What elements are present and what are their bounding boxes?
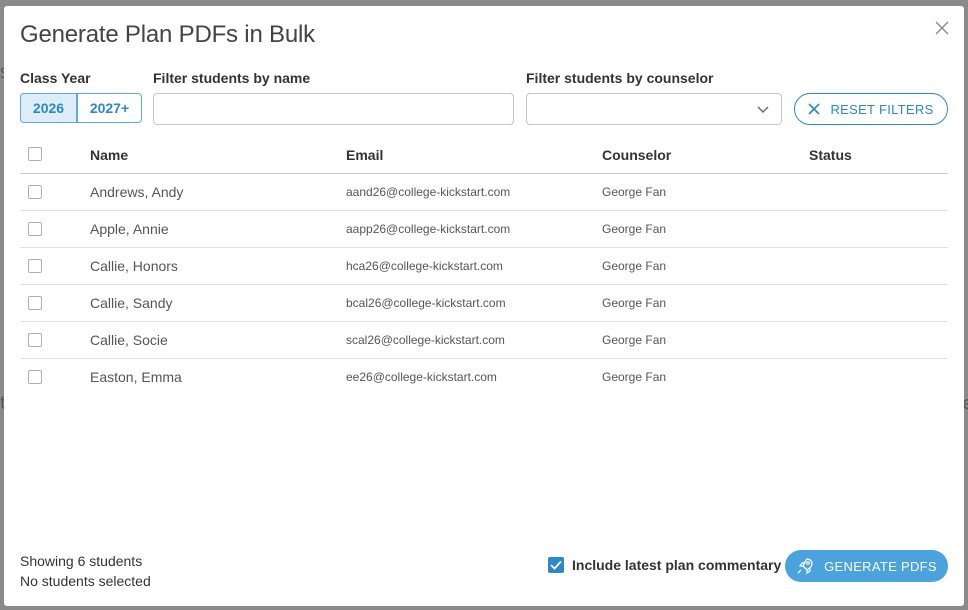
include-commentary-option[interactable]: Include latest plan commentary bbox=[548, 557, 781, 573]
year-2026-button[interactable]: 2026 bbox=[20, 93, 77, 123]
generate-pdfs-label: GENERATE PDFS bbox=[824, 558, 937, 574]
close-button[interactable] bbox=[934, 20, 950, 36]
select-all-checkbox[interactable] bbox=[28, 147, 42, 161]
selection-summary: Showing 6 students No students selected bbox=[20, 551, 151, 591]
student-counselor: George Fan bbox=[602, 259, 667, 273]
student-name: Callie, Sandy bbox=[90, 295, 173, 311]
chevron-down-icon bbox=[757, 106, 769, 113]
students-table: Name Email Counselor Status Andrews, And… bbox=[20, 136, 948, 395]
row-checkbox[interactable] bbox=[28, 185, 42, 199]
include-commentary-label: Include latest plan commentary bbox=[572, 557, 782, 573]
bulk-pdf-modal: Generate Plan PDFs in Bulk Class Year 20… bbox=[4, 6, 964, 606]
student-name: Callie, Socie bbox=[90, 332, 168, 348]
row-checkbox[interactable] bbox=[28, 296, 42, 310]
modal-title: Generate Plan PDFs in Bulk bbox=[20, 21, 315, 48]
column-header-name[interactable]: Name bbox=[90, 147, 128, 163]
table-row[interactable]: Callie, Honors hca26@college-kickstart.c… bbox=[20, 248, 948, 285]
rocket-icon bbox=[797, 558, 813, 575]
column-header-status[interactable]: Status bbox=[809, 147, 852, 163]
row-checkbox[interactable] bbox=[28, 259, 42, 273]
class-year-label: Class Year bbox=[20, 70, 91, 86]
student-email: ee26@college-kickstart.com bbox=[346, 370, 497, 384]
student-counselor: George Fan bbox=[602, 185, 667, 199]
student-email: hca26@college-kickstart.com bbox=[346, 259, 503, 273]
row-checkbox[interactable] bbox=[28, 333, 42, 347]
row-checkbox[interactable] bbox=[28, 222, 42, 236]
student-name: Apple, Annie bbox=[90, 221, 169, 237]
table-row[interactable]: Andrews, Andy aand26@college-kickstart.c… bbox=[20, 174, 948, 211]
name-filter-input[interactable] bbox=[153, 93, 514, 125]
table-row[interactable]: Callie, Sandy bcal26@college-kickstart.c… bbox=[20, 285, 948, 322]
column-header-counselor[interactable]: Counselor bbox=[602, 147, 671, 163]
showing-count: Showing 6 students bbox=[20, 553, 143, 569]
close-icon bbox=[935, 21, 949, 35]
x-icon bbox=[808, 103, 821, 115]
table-row[interactable]: Apple, Annie aapp26@college-kickstart.co… bbox=[20, 211, 948, 248]
student-counselor: George Fan bbox=[602, 296, 667, 310]
student-email: aapp26@college-kickstart.com bbox=[346, 222, 511, 236]
student-counselor: George Fan bbox=[602, 333, 667, 347]
student-counselor: George Fan bbox=[602, 222, 667, 236]
student-email: bcal26@college-kickstart.com bbox=[346, 296, 506, 310]
checkmark-icon bbox=[550, 560, 562, 570]
generate-pdfs-button[interactable]: GENERATE PDFS bbox=[785, 550, 948, 582]
student-name: Easton, Emma bbox=[90, 369, 182, 385]
row-checkbox[interactable] bbox=[28, 370, 42, 384]
student-name: Andrews, Andy bbox=[90, 184, 184, 200]
column-header-email[interactable]: Email bbox=[346, 147, 383, 163]
selected-count: No students selected bbox=[20, 573, 151, 589]
student-email: aand26@college-kickstart.com bbox=[346, 185, 511, 199]
student-name: Callie, Honors bbox=[90, 258, 178, 274]
counselor-filter-select[interactable] bbox=[526, 93, 782, 125]
include-commentary-checkbox[interactable] bbox=[548, 557, 564, 573]
reset-filters-label: RESET FILTERS bbox=[830, 101, 934, 117]
class-year-toggle: 2026 2027+ bbox=[20, 93, 142, 123]
name-filter-label: Filter students by name bbox=[153, 70, 311, 86]
student-email: scal26@college-kickstart.com bbox=[346, 333, 505, 347]
table-row[interactable]: Easton, Emma ee26@college-kickstart.com … bbox=[20, 359, 948, 395]
year-2027-plus-button[interactable]: 2027+ bbox=[77, 93, 142, 123]
table-row[interactable]: Callie, Socie scal26@college-kickstart.c… bbox=[20, 322, 948, 359]
student-counselor: George Fan bbox=[602, 370, 667, 384]
table-header: Name Email Counselor Status bbox=[20, 136, 948, 174]
reset-filters-button[interactable]: RESET FILTERS bbox=[794, 93, 948, 125]
counselor-filter-label: Filter students by counselor bbox=[526, 70, 714, 86]
